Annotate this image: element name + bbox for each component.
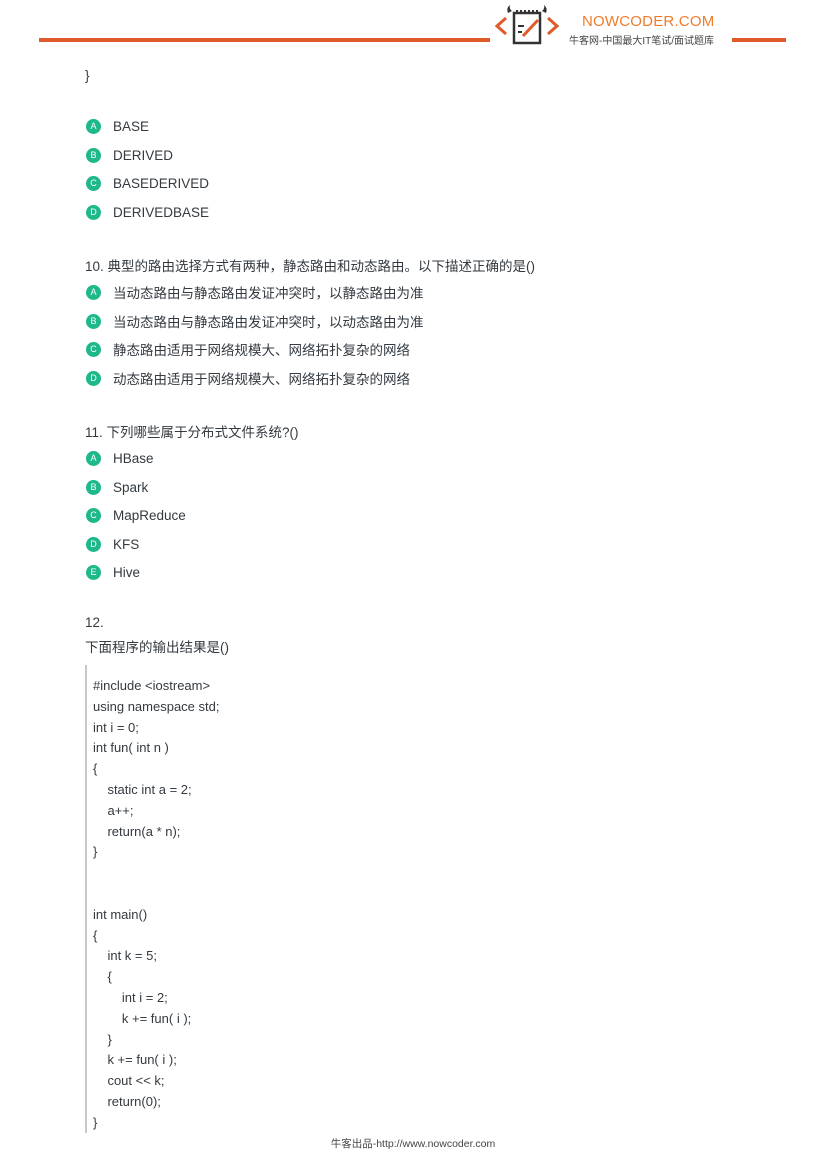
option-badge: B: [86, 479, 101, 495]
option-badge: A: [86, 118, 101, 134]
option-label: 当动态路由与静态路由发证冲突时，以动态路由为准: [113, 315, 424, 330]
option-label: Spark: [113, 479, 149, 495]
option-badge: B: [86, 313, 101, 329]
option-badge: C: [86, 175, 101, 191]
q11-option-b: B Spark: [86, 478, 148, 496]
question-10-title: 10. 典型的路由选择方式有两种，静态路由和动态路由。以下描述正确的是(): [85, 259, 536, 274]
option-label: HBase: [113, 450, 154, 466]
option-label: BASEDERIVED: [113, 175, 210, 191]
code-line: static int a = 2;: [93, 782, 192, 797]
code-line: k += fun( i );: [93, 1052, 177, 1067]
option-badge: D: [86, 370, 101, 386]
option-label: MapReduce: [113, 507, 186, 523]
option-badge: E: [86, 564, 101, 580]
code-closing-brace: }: [85, 68, 90, 83]
option-label: KFS: [113, 536, 140, 552]
option-label: Hive: [113, 564, 141, 580]
q11-option-c: C MapReduce: [86, 506, 186, 524]
code-line: int i = 0;: [93, 720, 139, 735]
q10-option-a: A 当动态路由与静态路由发证冲突时，以静态路由为准: [86, 283, 424, 301]
prev-option-c: C BASEDERIVED: [86, 174, 209, 192]
option-badge: A: [86, 450, 101, 466]
code-line: return(a * n);: [93, 824, 181, 839]
option-label: 静态路由适用于网络规模大、网络拓扑复杂的网络: [113, 343, 410, 358]
header-rule-right: [732, 38, 786, 42]
prev-option-a: A BASE: [86, 117, 149, 135]
option-label: 动态路由适用于网络规模大、网络拓扑复杂的网络: [113, 372, 410, 387]
q11-option-a: A HBase: [86, 449, 154, 467]
code-line: int k = 5;: [93, 948, 157, 963]
q10-option-c: C 静态路由适用于网络规模大、网络拓扑复杂的网络: [86, 340, 410, 358]
code-line: {: [93, 928, 98, 943]
notepad-pencil-code-icon: [494, 5, 560, 45]
code-line: cout << k;: [93, 1073, 165, 1088]
option-badge: D: [86, 204, 101, 220]
header-rule-left: [39, 38, 490, 42]
option-label: DERIVED: [113, 147, 174, 163]
code-line: }: [93, 844, 98, 859]
q11-option-d: D KFS: [86, 535, 139, 553]
option-badge: B: [86, 147, 101, 163]
code-line: {: [93, 969, 112, 984]
q10-option-d: D 动态路由适用于网络规模大、网络拓扑复杂的网络: [86, 369, 410, 387]
code-line: using namespace std;: [93, 699, 220, 714]
question-12-number: 12.: [85, 615, 104, 630]
code-line: {: [93, 761, 98, 776]
q11-option-e: E Hive: [86, 563, 140, 581]
code-line: int i = 2;: [93, 990, 168, 1005]
code-line: int main(): [93, 907, 148, 922]
option-badge: C: [86, 341, 101, 357]
code-line: }: [93, 1032, 112, 1047]
option-label: DERIVEDBASE: [113, 204, 210, 220]
code-block-border: [85, 665, 87, 1133]
code-line: k += fun( i );: [93, 1011, 192, 1026]
option-label: BASE: [113, 118, 150, 134]
brand-name: NOWCODER.COM: [582, 13, 715, 30]
q10-option-b: B 当动态路由与静态路由发证冲突时，以动态路由为准: [86, 312, 424, 330]
prev-option-b: B DERIVED: [86, 146, 173, 164]
brand-tagline: 牛客网-中国最大IT笔试/面试题库: [569, 36, 714, 47]
option-badge: D: [86, 536, 101, 552]
page-footer: 牛客出品-http://www.nowcoder.com: [330, 1138, 496, 1150]
code-line: }: [93, 1115, 98, 1130]
code-line: a++;: [93, 803, 134, 818]
option-badge: C: [86, 507, 101, 523]
code-line: return(0);: [93, 1094, 161, 1109]
question-12-title: 下面程序的输出结果是(): [85, 640, 229, 655]
question-11-title: 11. 下列哪些属于分布式文件系统?(): [85, 425, 299, 440]
prev-option-d: D DERIVEDBASE: [86, 203, 209, 221]
option-badge: A: [86, 284, 101, 300]
option-label: 当动态路由与静态路由发证冲突时，以静态路由为准: [113, 286, 424, 301]
code-line: int fun( int n ): [93, 740, 169, 755]
code-line: #include <iostream>: [93, 678, 211, 693]
